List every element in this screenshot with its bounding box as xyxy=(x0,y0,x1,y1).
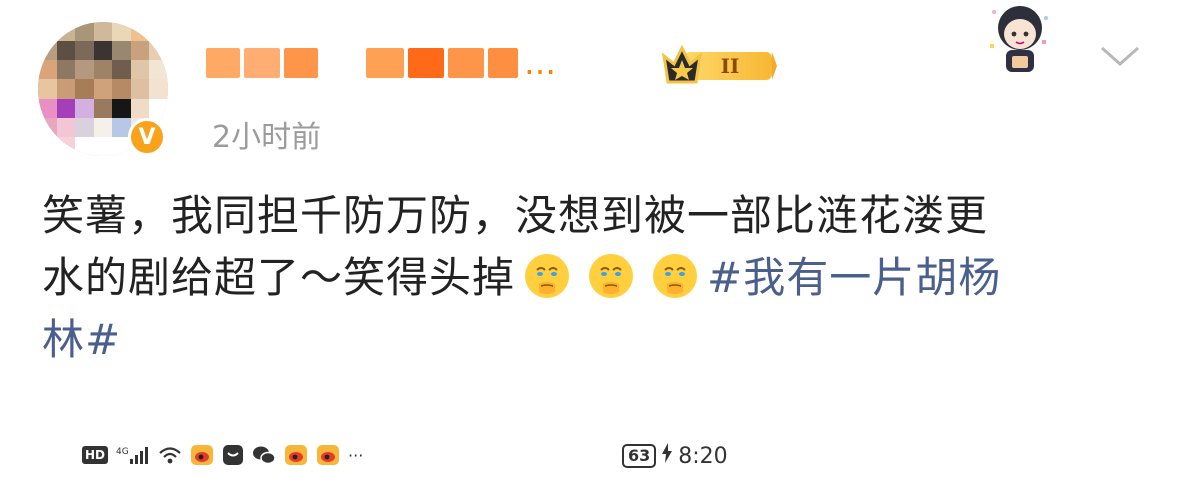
svg-text:4G: 4G xyxy=(116,447,129,457)
hashtag-link-continued[interactable]: 林# xyxy=(42,315,121,364)
crying-emoji-icon xyxy=(525,254,570,298)
battery-icon: 63 xyxy=(622,444,657,468)
wechat-icon xyxy=(252,444,276,466)
post-text-line-2-body: 水的剧给超了～笑得头掉 xyxy=(42,253,516,302)
status-bar-right: 63 8:20 xyxy=(622,440,728,472)
signal-icon: 4G xyxy=(116,445,150,465)
crying-emoji-icon xyxy=(653,254,698,298)
author-name-suffix: … xyxy=(524,44,557,82)
post-content: 笑薯，我同担千防万防，没想到被一部比涟花溇更 水的剧给超了～笑得头掉 #我有一片… xyxy=(42,185,1152,371)
post-text-line-2: 水的剧给超了～笑得头掉 #我有一片胡杨 xyxy=(42,247,1152,309)
author-name[interactable]: … xyxy=(206,40,557,86)
wifi-icon xyxy=(158,445,182,465)
post-text-line-3: 林# xyxy=(42,309,1152,371)
more-notifications-icon: ··· xyxy=(348,445,364,465)
post-timestamp: 2小时前 xyxy=(212,120,322,155)
vip-level-label: II xyxy=(721,54,740,78)
verified-badge-icon: V xyxy=(128,118,166,156)
clock-time: 8:20 xyxy=(678,443,728,469)
hd-icon: HD xyxy=(82,446,109,464)
weibo-notification-icon xyxy=(284,444,308,466)
weibo-notification-icon xyxy=(190,444,214,466)
weibo-notification-icon xyxy=(316,444,340,466)
chevron-down-icon[interactable] xyxy=(1098,38,1142,74)
crying-emoji-icon xyxy=(589,254,634,298)
charging-icon xyxy=(662,443,673,469)
message-app-icon xyxy=(222,444,244,466)
crown-vip-icon[interactable]: II xyxy=(660,42,778,88)
hashtag-link[interactable]: #我有一片胡杨 xyxy=(707,253,1001,302)
author-name-redacted xyxy=(206,48,518,78)
post-text-line-1: 笑薯，我同担千防万防，没想到被一部比涟花溇更 xyxy=(42,191,989,240)
cartoon-sticker-icon xyxy=(990,6,1048,72)
status-bar-left: HD 4G ··· xyxy=(82,438,363,472)
